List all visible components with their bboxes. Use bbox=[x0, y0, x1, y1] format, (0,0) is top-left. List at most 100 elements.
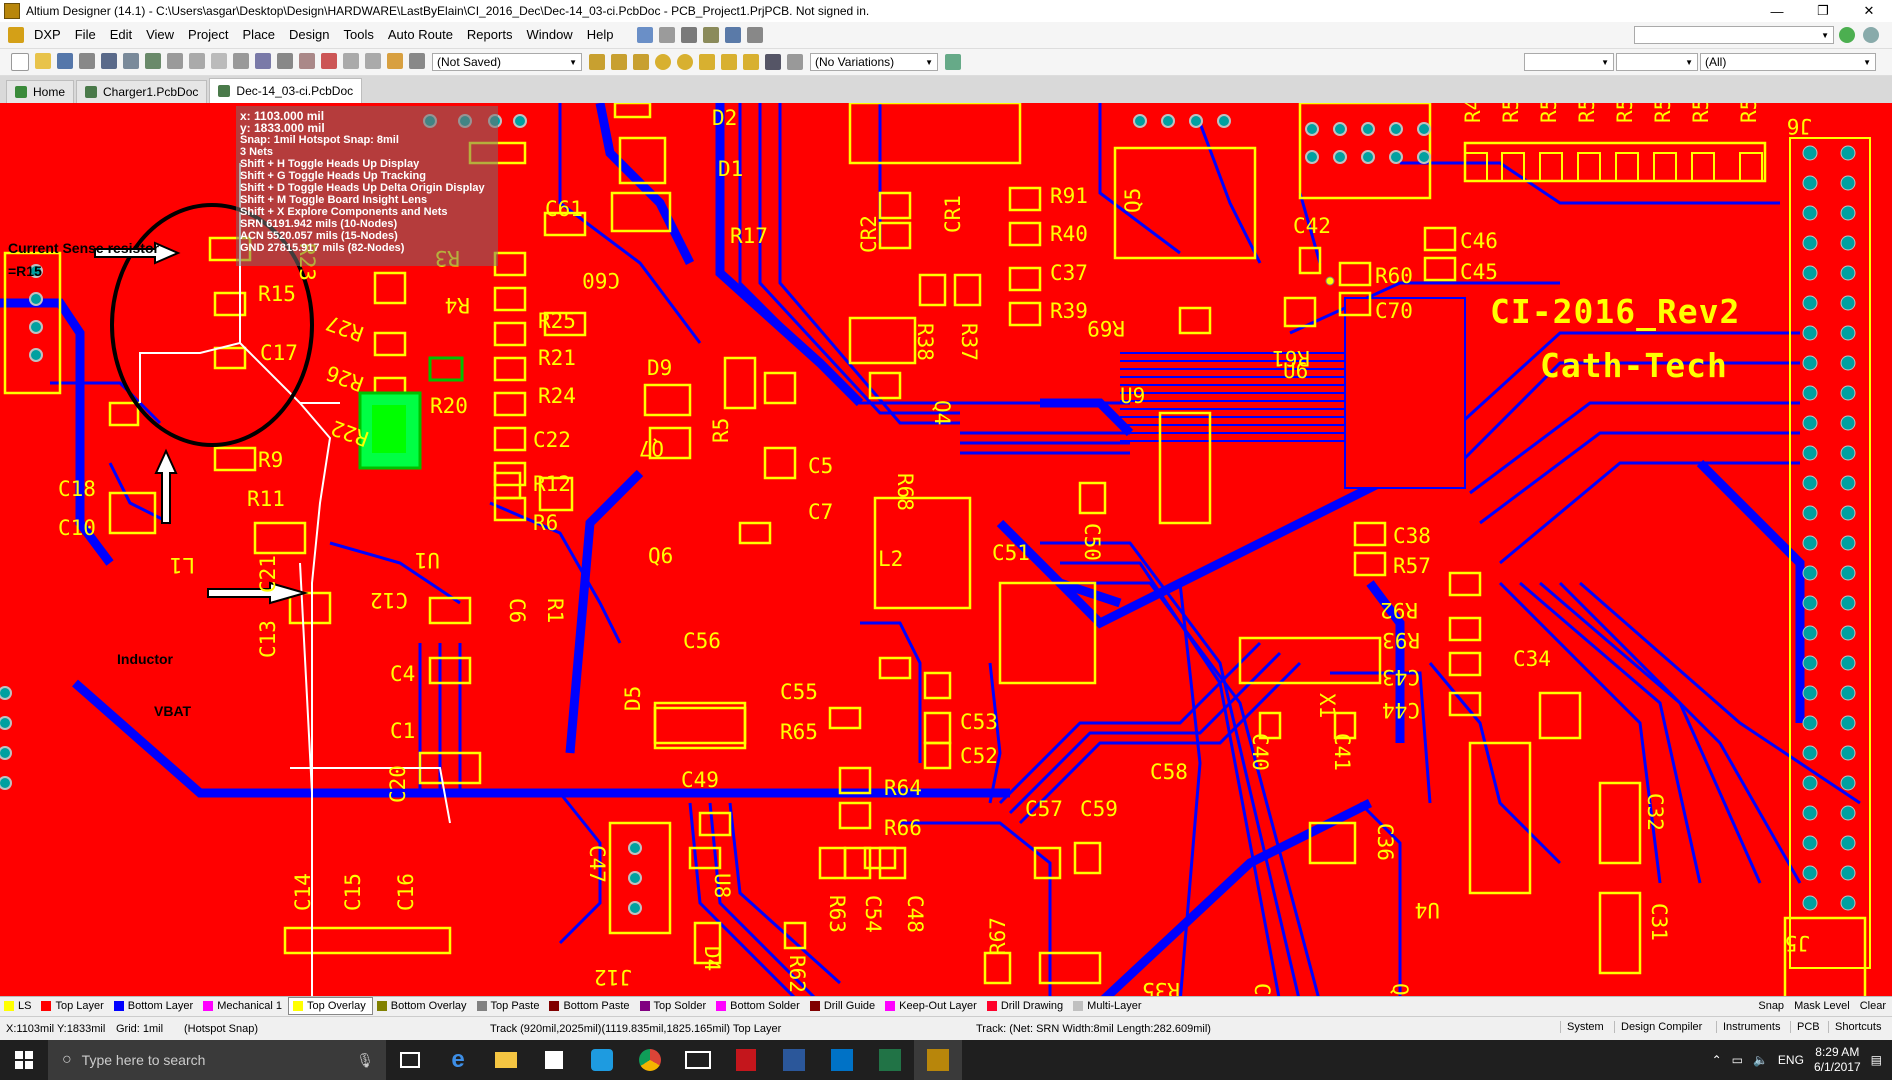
align-tool-icon[interactable] bbox=[659, 27, 676, 43]
clear-filter-icon[interactable] bbox=[321, 53, 337, 69]
microphone-icon[interactable]: 🎙 bbox=[356, 1052, 374, 1069]
snap-button[interactable]: Snap bbox=[1758, 1000, 1784, 1012]
header-pin[interactable] bbox=[1840, 745, 1856, 761]
restore-button[interactable]: ❐ bbox=[1800, 0, 1846, 22]
header-pin[interactable] bbox=[1840, 175, 1856, 191]
nav-combo[interactable]: ▼ bbox=[1634, 26, 1834, 44]
designator-label[interactable]: C51 bbox=[992, 541, 1030, 565]
header-pin[interactable] bbox=[1840, 715, 1856, 731]
menu-place[interactable]: Place bbox=[236, 22, 283, 48]
designator-label[interactable]: C44 bbox=[1382, 698, 1420, 722]
header-pin[interactable] bbox=[1802, 865, 1818, 881]
measure-tool-icon[interactable] bbox=[703, 27, 720, 43]
layer-tab[interactable]: Keep-Out Layer bbox=[881, 998, 983, 1014]
tab-charger1[interactable]: Charger1.PcbDoc bbox=[76, 80, 208, 103]
designator-label[interactable]: R17 bbox=[730, 224, 768, 248]
designator-label[interactable]: C40 bbox=[1248, 733, 1272, 771]
designator-label[interactable]: C21 bbox=[256, 555, 280, 593]
designator-label[interactable]: R52 bbox=[1575, 103, 1599, 123]
menu-dxp[interactable]: DXP bbox=[27, 22, 68, 48]
notifications-icon[interactable]: ▤ bbox=[1871, 1053, 1882, 1067]
room-tool-icon[interactable] bbox=[725, 27, 742, 43]
designator-label[interactable]: D1 bbox=[718, 157, 743, 181]
layer-tab[interactable]: Bottom Overlay bbox=[373, 998, 473, 1014]
header-pin[interactable] bbox=[1840, 835, 1856, 851]
menu-auto-route[interactable]: Auto Route bbox=[381, 22, 460, 48]
menu-reports[interactable]: Reports bbox=[460, 22, 520, 48]
mask-level-button[interactable]: Mask Level bbox=[1794, 1000, 1850, 1012]
header-pin[interactable] bbox=[1802, 835, 1818, 851]
zoom-selected-icon[interactable] bbox=[145, 53, 161, 69]
header-pin[interactable] bbox=[1802, 145, 1818, 161]
redo-icon[interactable] bbox=[365, 53, 381, 69]
designator-label[interactable]: C13 bbox=[256, 620, 280, 658]
header-pin[interactable] bbox=[1840, 235, 1856, 251]
select-area-icon[interactable] bbox=[255, 53, 271, 69]
header-pin[interactable] bbox=[1840, 355, 1856, 371]
designator-label[interactable]: C17 bbox=[260, 341, 298, 365]
u6-footprint[interactable] bbox=[1344, 297, 1466, 489]
designator-label[interactable]: R20 bbox=[430, 394, 468, 418]
variant-manager-icon[interactable] bbox=[945, 54, 961, 70]
edge-icon[interactable]: e bbox=[434, 1040, 482, 1080]
designator-label[interactable]: C52 bbox=[960, 744, 998, 768]
designator-label[interactable]: R5 bbox=[709, 418, 733, 443]
route-tool-icon[interactable] bbox=[637, 27, 654, 43]
paste-icon[interactable] bbox=[211, 53, 227, 69]
header-pin[interactable] bbox=[1840, 295, 1856, 311]
volume-icon[interactable]: 🔈 bbox=[1753, 1053, 1768, 1067]
chrome-icon[interactable] bbox=[626, 1040, 674, 1080]
designator-label[interactable]: C5 bbox=[808, 454, 833, 478]
acrobat-icon[interactable] bbox=[722, 1040, 770, 1080]
layer-tab[interactable]: Top Solder bbox=[636, 998, 713, 1014]
undo-icon[interactable] bbox=[343, 53, 359, 69]
layer-tab[interactable]: Drill Guide bbox=[806, 998, 881, 1014]
header-pin[interactable] bbox=[1802, 325, 1818, 341]
panel-shortcuts[interactable]: Shortcuts bbox=[1828, 1021, 1887, 1033]
designator-label[interactable]: R54 bbox=[1651, 103, 1675, 123]
designator-label[interactable]: C42 bbox=[1293, 214, 1331, 238]
header-pin[interactable] bbox=[1802, 505, 1818, 521]
variations-combo[interactable]: (No Variations) ▼ bbox=[810, 53, 938, 71]
multi-route-icon[interactable] bbox=[633, 54, 649, 70]
header-pin[interactable] bbox=[1802, 805, 1818, 821]
select-tool-icon[interactable] bbox=[681, 27, 698, 43]
designator-label[interactable]: C31 bbox=[1647, 903, 1671, 941]
designator-label[interactable]: C7 bbox=[808, 500, 833, 524]
close-button[interactable]: ✕ bbox=[1846, 0, 1892, 22]
designator-label[interactable]: Q4 bbox=[930, 400, 954, 425]
designator-label[interactable]: C47 bbox=[585, 845, 609, 883]
designator-label[interactable]: C22 bbox=[533, 428, 571, 452]
designator-label[interactable]: U6 bbox=[1283, 359, 1308, 383]
designator-label[interactable]: R38 bbox=[913, 323, 937, 361]
designator-label[interactable]: R50 bbox=[1499, 103, 1523, 123]
clear-button[interactable]: Clear bbox=[1860, 1000, 1886, 1012]
designator-label[interactable]: X1 bbox=[1315, 693, 1339, 718]
designator-label[interactable]: C58 bbox=[1150, 760, 1188, 784]
header-pin[interactable] bbox=[1840, 265, 1856, 281]
designator-label[interactable]: R60 bbox=[1375, 264, 1413, 288]
designator-label[interactable]: U4 bbox=[1415, 898, 1440, 922]
header-pin[interactable] bbox=[1840, 385, 1856, 401]
designator-label[interactable]: R53 bbox=[1613, 103, 1637, 123]
header-pin[interactable] bbox=[1840, 775, 1856, 791]
mail-icon[interactable] bbox=[674, 1040, 722, 1080]
header-pin[interactable] bbox=[1840, 655, 1856, 671]
designator-label[interactable]: Q7 bbox=[639, 436, 664, 460]
layer-tab[interactable]: Top Layer bbox=[37, 998, 109, 1014]
menu-project[interactable]: Project bbox=[181, 22, 235, 48]
designator-label[interactable]: C6 bbox=[505, 598, 529, 623]
header-pin[interactable] bbox=[1802, 205, 1818, 221]
header-pin[interactable] bbox=[1802, 895, 1818, 911]
header-pin[interactable] bbox=[1840, 625, 1856, 641]
header-pin[interactable] bbox=[1802, 295, 1818, 311]
panel-instruments[interactable]: Instruments bbox=[1716, 1021, 1786, 1033]
store-icon[interactable] bbox=[530, 1040, 578, 1080]
designator-label[interactable]: C15 bbox=[341, 873, 365, 911]
header-pin[interactable] bbox=[1802, 535, 1818, 551]
header-pin[interactable] bbox=[1802, 745, 1818, 761]
layer-tab[interactable]: Bottom Solder bbox=[712, 998, 806, 1014]
save-icon[interactable] bbox=[57, 53, 73, 69]
designator-label[interactable]: C61 bbox=[545, 197, 583, 221]
diff-pair-route-icon[interactable] bbox=[611, 54, 627, 70]
